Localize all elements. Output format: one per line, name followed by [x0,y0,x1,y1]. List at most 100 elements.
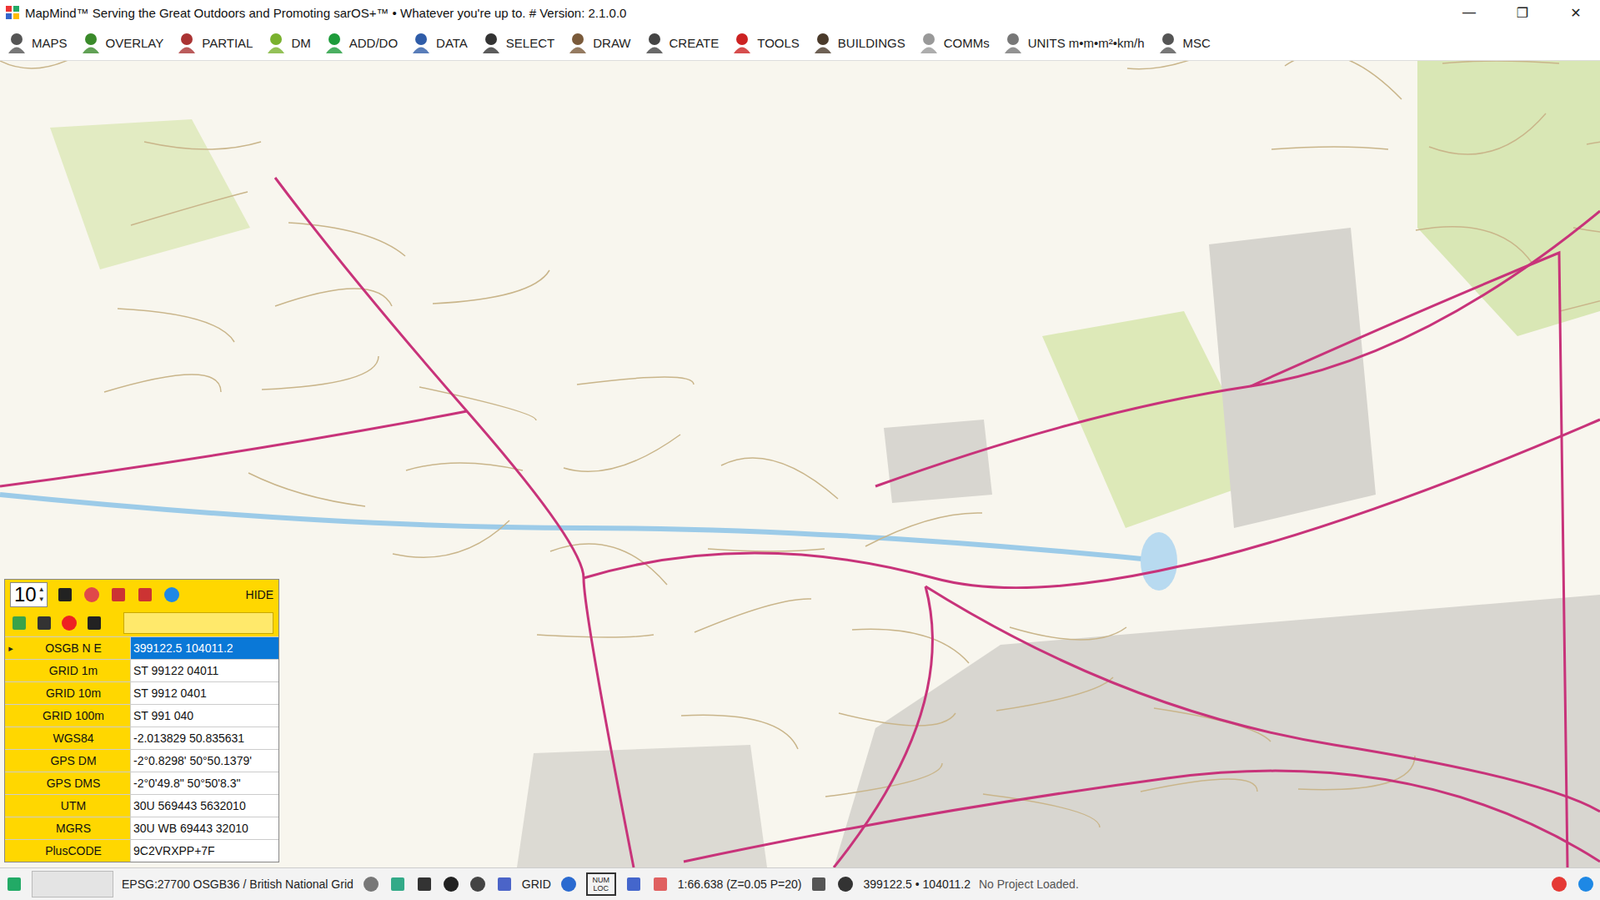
toolbar-button[interactable]: DM [264,30,311,55]
row-marker [5,817,17,839]
row-value[interactable]: -2°0'49.8" 50°50'8.3" [130,772,279,794]
window-control[interactable]: — [1444,5,1494,21]
compass-icon[interactable] [559,874,578,893]
numloc-button[interactable]: NUM LOC [586,872,617,896]
pointer-icon[interactable] [415,874,434,893]
tool-icon [811,30,835,55]
diamond-icon[interactable] [82,585,101,604]
row-label: GRID 100m [16,704,131,727]
coordinate-row[interactable]: PlusCODE9C2VRXPP+7F [5,838,279,862]
toolbar-button[interactable]: MAPS [5,30,68,55]
angle-icon[interactable] [624,874,643,893]
clipboard-icon[interactable] [135,585,155,604]
crs-label: EPSG:27700 OSGB36 / British National Gri… [121,877,354,891]
row-marker: ▸ [5,636,17,659]
coordinate-row[interactable]: GRID 1mST 99122 04011 [5,658,279,682]
coordinate-row[interactable]: GRID 10mST 9912 0401 [5,681,279,704]
row-marker [5,682,17,704]
toolbar-button[interactable]: BUILDINGS [811,30,906,55]
row-label: GPS DMS [16,772,131,794]
settings-icon[interactable] [361,874,381,893]
toolbar-button[interactable]: ADD/DO [322,30,398,55]
window-control[interactable]: ✕ [1551,5,1600,21]
heart-icon[interactable] [1549,874,1569,893]
help-icon[interactable] [441,874,461,893]
coordinate-row[interactable]: UTM30U 569443 5632010 [5,793,279,817]
row-value[interactable]: 30U 569443 5632010 [130,794,279,817]
display-icon[interactable] [85,613,104,632]
row-label: OSGB N E [16,636,131,659]
clipboard-icon[interactable] [388,874,407,893]
row-value[interactable]: 399122.5 104011.2 [130,636,279,659]
tool-icon [409,30,433,55]
tool-icon [479,30,503,55]
tool-icon [1156,30,1180,55]
zoom-spinner[interactable]: 10▲▼ [10,581,48,607]
app-logo-icon[interactable] [5,874,24,893]
row-value[interactable]: -2.013829 50.835631 [130,727,279,749]
survey-icon[interactable] [809,874,828,893]
toolbar-button[interactable]: UNITS m•m•m²•km/h [1001,30,1145,55]
row-label: UTM [16,794,131,817]
toolbar-button[interactable]: MSC [1156,30,1211,55]
tool-icon [322,30,347,55]
tool-icon [566,30,590,55]
row-value[interactable]: -2°0.8298' 50°50.1379' [130,749,279,772]
pin-icon[interactable] [162,585,181,604]
tool-icon [175,30,199,55]
circle-icon[interactable] [468,874,487,893]
row-label: GPS DM [16,749,131,772]
map-icon[interactable] [10,613,29,632]
tool-icon [264,30,288,55]
grid-icon[interactable] [495,874,514,893]
row-value[interactable]: ST 99122 04011 [130,659,279,682]
coords-label: 399122.5 • 104011.2 [862,877,970,891]
coordinate-panel: 10▲▼HIDE▸OSGB N E399122.5 104011.2GRID 1… [4,578,280,863]
toolbar-button[interactable]: SELECT [479,30,555,55]
coordinate-row[interactable]: WGS84-2.013829 50.835631 [5,726,279,749]
thumbs-up-icon[interactable] [1576,874,1595,893]
clipboard-icon[interactable] [109,585,128,604]
grid-toggle[interactable]: GRID [521,877,552,891]
toolbar-button[interactable]: TOOLS [730,30,800,55]
toolbar-button[interactable]: COMMs [917,30,990,55]
hide-button[interactable]: HIDE [245,587,274,602]
row-marker [5,772,17,794]
status-box [31,870,114,898]
coordinate-row[interactable]: GPS DM-2°0.8298' 50°50.1379' [5,748,279,772]
toolbar-button[interactable]: CREATE [642,30,720,55]
tool-icon [79,30,103,55]
row-label: GRID 10m [16,682,131,704]
paperclip-icon[interactable] [35,613,54,632]
project-label: No Project Loaded. [978,877,1079,891]
window-title: MapMind™ Serving the Great Outdoors and … [25,5,1440,21]
coordinate-row[interactable]: GRID 100mST 991 040 [5,703,279,727]
status-bar: EPSG:27700 OSGB36 / British National Gri… [0,867,1600,900]
row-value[interactable]: 9C2VRXPP+7F [130,839,279,862]
toolbar-button[interactable]: PARTIAL [175,30,253,55]
window-control[interactable]: ❐ [1498,5,1547,21]
toolbar-button[interactable]: OVERLAY [79,30,165,55]
app-logo-icon [5,5,21,21]
coordinate-row[interactable]: MGRS30U WB 69443 32010 [5,816,279,839]
toolbar-button[interactable]: DATA [409,30,468,55]
scale-label: 1:66.638 (Z=0.05 P=20) [677,877,803,891]
home-icon[interactable] [55,585,75,604]
panel-input[interactable] [123,611,274,634]
panel-tools [5,609,279,637]
row-label: MGRS [16,817,131,839]
crosshair-icon[interactable] [651,874,670,893]
row-label: PlusCODE [16,839,131,862]
sun-icon[interactable] [836,874,855,893]
tool-icon [5,30,29,55]
coordinate-row[interactable]: ▸OSGB N E399122.5 104011.2 [5,636,279,659]
coordinate-row[interactable]: GPS DMS-2°0'49.8" 50°50'8.3" [5,771,279,794]
row-value[interactable]: 30U WB 69443 32010 [130,817,279,839]
toolbar: MAPS OVERLAY PARTIAL DM ADD/DO DATA SELECT DRAW… [0,25,1600,61]
row-value[interactable]: ST 991 040 [130,704,279,727]
map-view[interactable]: 10▲▼HIDE▸OSGB N E399122.5 104011.2GRID 1… [0,60,1600,868]
toolbar-button[interactable]: DRAW [566,30,631,55]
app-window: MapMind™ Serving the Great Outdoors and … [0,0,1600,900]
stop-icon[interactable] [60,613,79,632]
row-value[interactable]: ST 9912 0401 [130,682,279,704]
